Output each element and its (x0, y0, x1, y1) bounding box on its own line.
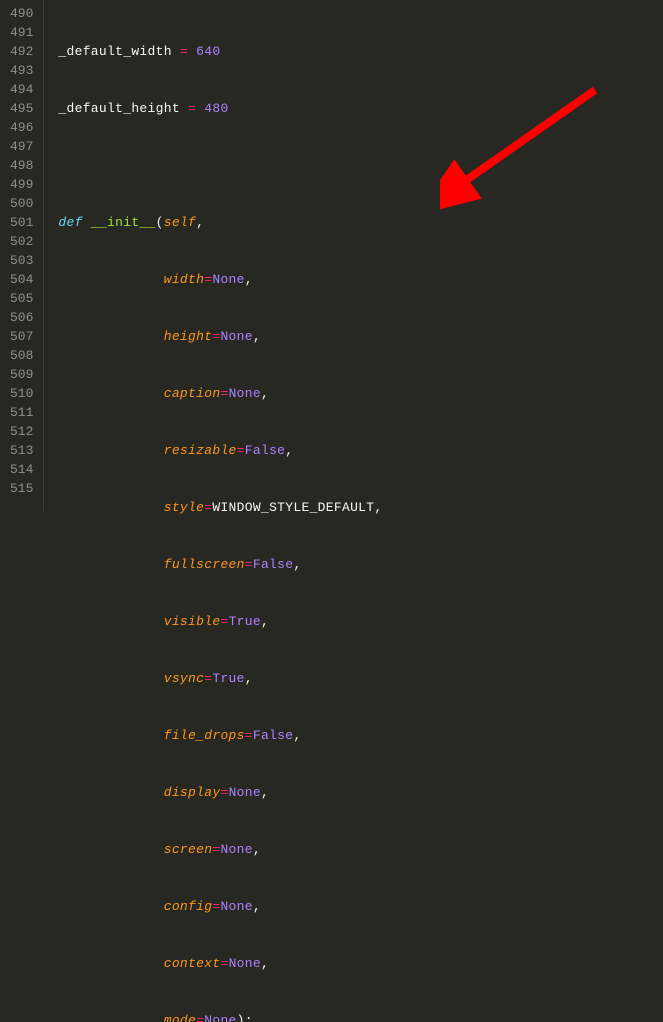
line-number: 502 (10, 232, 33, 251)
line-number: 494 (10, 80, 33, 99)
param-self: self (164, 215, 196, 230)
line-number: 505 (10, 289, 33, 308)
param-file-drops: file_drops (164, 728, 245, 743)
number-literal: 480 (204, 101, 228, 116)
line-number: 491 (10, 23, 33, 42)
line-number: 514 (10, 460, 33, 479)
line-number: 492 (10, 42, 33, 61)
param-height: height (164, 329, 213, 344)
param-context: context (164, 956, 221, 971)
function-name: __init__ (91, 215, 156, 230)
param-resizable: resizable (164, 443, 237, 458)
param-mode: mode (164, 1013, 196, 1022)
line-number: 506 (10, 308, 33, 327)
line-number: 503 (10, 251, 33, 270)
line-number: 513 (10, 441, 33, 460)
param-style: style (164, 500, 205, 515)
line-number: 510 (10, 384, 33, 403)
line-number: 509 (10, 365, 33, 384)
line-number: 498 (10, 156, 33, 175)
line-number: 499 (10, 175, 33, 194)
number-literal: 640 (196, 44, 220, 59)
line-number: 493 (10, 61, 33, 80)
param-caption: caption (164, 386, 221, 401)
line-number: 497 (10, 137, 33, 156)
param-display: display (164, 785, 221, 800)
line-number: 500 (10, 194, 33, 213)
param-width: width (164, 272, 205, 287)
keyword-def: def (58, 215, 82, 230)
line-number: 508 (10, 346, 33, 365)
param-vsync: vsync (164, 671, 205, 686)
param-config: config (164, 899, 213, 914)
line-number: 511 (10, 403, 33, 422)
variable-name: _default_height (58, 101, 180, 116)
line-number: 507 (10, 327, 33, 346)
line-number: 515 (10, 479, 33, 498)
param-screen: screen (164, 842, 213, 857)
line-number: 501 (10, 213, 33, 232)
line-number: 496 (10, 118, 33, 137)
code-editor[interactable]: 4904914924934944954964974984995005015025… (0, 0, 663, 511)
param-fullscreen: fullscreen (164, 557, 245, 572)
line-number: 512 (10, 422, 33, 441)
line-number: 490 (10, 4, 33, 23)
line-number: 495 (10, 99, 33, 118)
line-number: 504 (10, 270, 33, 289)
code-area[interactable]: _default_width = 640 _default_height = 4… (44, 0, 663, 511)
line-number-gutter: 4904914924934944954964974984995005015025… (0, 0, 44, 511)
param-visible: visible (164, 614, 221, 629)
variable-name: _default_width (58, 44, 171, 59)
